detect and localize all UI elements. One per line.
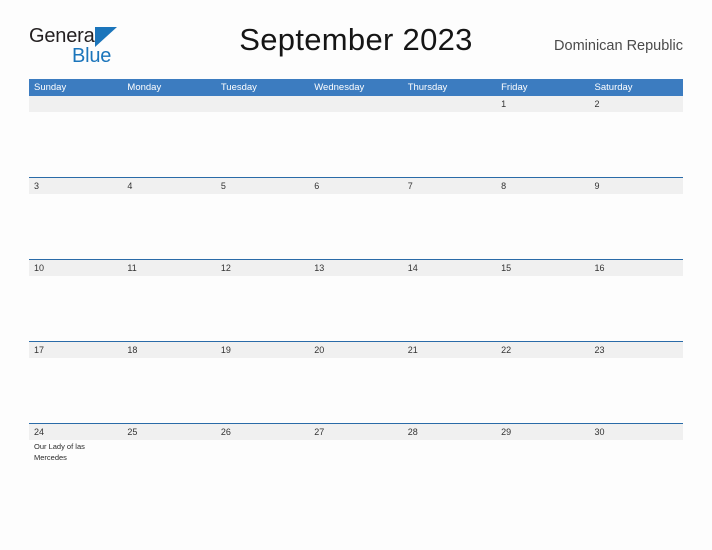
day-cell[interactable]: 10 (29, 260, 122, 341)
day-number: 16 (594, 263, 605, 273)
day-cell[interactable]: 12 (216, 260, 309, 341)
day-number: 21 (407, 345, 418, 355)
day-cell[interactable]: 6 (309, 178, 402, 259)
day-cell[interactable]: 8 (496, 178, 589, 259)
day-number: 18 (127, 345, 138, 355)
day-number: 6 (314, 181, 320, 191)
day-cell[interactable]: 13 (309, 260, 402, 341)
day-number: 1 (501, 99, 507, 109)
day-number (127, 96, 215, 112)
day-cell[interactable]: 20 (309, 342, 402, 423)
day-number: 19 (220, 345, 231, 355)
day-cell-empty (403, 96, 496, 177)
day-cell-empty (216, 96, 309, 177)
day-cell[interactable]: 25 (122, 424, 215, 505)
calendar-week-row: 3 4 5 6 7 8 9 (29, 177, 683, 259)
day-cell-empty (122, 96, 215, 177)
day-number: 13 (314, 263, 325, 273)
region-label: Dominican Republic (554, 38, 683, 54)
calendar-week-row: 12 (29, 96, 683, 177)
day-number: 15 (501, 263, 512, 273)
day-number: 17 (34, 345, 45, 355)
day-number: 10 (34, 263, 45, 273)
day-number: 3 (34, 181, 40, 191)
week-day-cells: 17 18 19 20 21 22 23 (29, 342, 683, 423)
day-number: 2 (594, 99, 600, 109)
day-cell[interactable]: 2 (590, 96, 683, 177)
day-cell[interactable]: 4 (122, 178, 215, 259)
day-number: 12 (220, 263, 231, 273)
week-day-cells: 12 (29, 96, 683, 177)
day-cell[interactable]: 29 (496, 424, 589, 505)
day-cell[interactable]: 26 (216, 424, 309, 505)
day-events: Our Lady of las Mercedes (34, 440, 122, 463)
day-number: 27 (314, 427, 325, 437)
day-cell[interactable]: 5 (216, 178, 309, 259)
day-cell[interactable]: 3 (29, 178, 122, 259)
day-number: 11 (127, 263, 137, 273)
day-cell[interactable]: 7 (403, 178, 496, 259)
calendar-weeks: 1 2 3 4 5 6 7 8 9 10 11 12 13 14 15 16 17 18 19 20 21 22 23 24 O… (29, 96, 683, 505)
day-number: 4 (127, 181, 133, 191)
day-number (408, 96, 496, 112)
day-cell[interactable]: 11 (122, 260, 215, 341)
calendar-table: Sunday Monday Tuesday Wednesday Thursday… (29, 79, 683, 505)
weekday-thursday: Thursday (407, 82, 448, 93)
day-number: 28 (407, 427, 418, 437)
day-cell[interactable]: 19 (216, 342, 309, 423)
week-day-cells: 10 11 12 13 14 15 16 (29, 260, 683, 341)
weekday-friday: Friday (501, 82, 528, 93)
day-number: 24 (34, 427, 45, 437)
day-number: 9 (594, 181, 600, 191)
weekday-wednesday: Wednesday (314, 82, 365, 93)
day-number: 30 (594, 427, 605, 437)
day-cell[interactable]: 30 (590, 424, 683, 505)
day-cell[interactable]: 22 (496, 342, 589, 423)
day-number: 7 (407, 181, 413, 191)
day-cell[interactable]: 1 (496, 96, 589, 177)
weekday-monday: Monday (127, 82, 162, 93)
page-header: General Blue September 2023 Dominican Re… (29, 22, 683, 72)
week-day-cells: 3 4 5 6 7 8 9 (29, 178, 683, 259)
day-cell[interactable]: 14 (403, 260, 496, 341)
day-cell[interactable]: 9 (590, 178, 683, 259)
weekday-tuesday: Tuesday (220, 82, 257, 93)
calendar-week-row: 17 18 19 20 21 22 23 (29, 341, 683, 423)
day-cell[interactable]: 27 (309, 424, 402, 505)
day-cell[interactable]: 16 (590, 260, 683, 341)
calendar-page: General Blue September 2023 Dominican Re… (0, 0, 712, 550)
day-cell[interactable]: 24 Our Lady of las Mercedes (29, 424, 122, 505)
day-number: 22 (501, 345, 512, 355)
day-cell[interactable]: 15 (496, 260, 589, 341)
day-number: 23 (594, 345, 605, 355)
day-cell[interactable]: 17 (29, 342, 122, 423)
day-number: 14 (407, 263, 418, 273)
day-cell[interactable]: 18 (122, 342, 215, 423)
day-number (221, 96, 309, 112)
weekday-sunday: Sunday (34, 82, 67, 93)
day-cell[interactable]: 21 (403, 342, 496, 423)
day-number: 8 (501, 181, 507, 191)
day-cell[interactable]: 23 (590, 342, 683, 423)
calendar-week-row: 10 11 12 13 14 15 16 (29, 259, 683, 341)
day-number: 26 (220, 427, 231, 437)
day-cell-empty (29, 96, 122, 177)
day-number: 20 (314, 345, 325, 355)
day-number: 5 (220, 181, 226, 191)
day-number (314, 96, 402, 112)
week-day-cells: 24 Our Lady of las Mercedes 25 26 27 28 29 30 (29, 424, 683, 505)
day-cell-empty (309, 96, 402, 177)
weekday-saturday: Saturday (594, 82, 633, 93)
holiday-label: Our Lady of las Mercedes (34, 442, 85, 462)
day-cell[interactable]: 28 (403, 424, 496, 505)
day-number: 25 (127, 427, 138, 437)
calendar-week-row: 24 Our Lady of las Mercedes 25 26 27 28 29 30 (29, 423, 683, 505)
weekday-header-row: Sunday Monday Tuesday Wednesday Thursday… (29, 79, 683, 96)
day-number (34, 96, 122, 112)
day-number: 29 (501, 427, 512, 437)
